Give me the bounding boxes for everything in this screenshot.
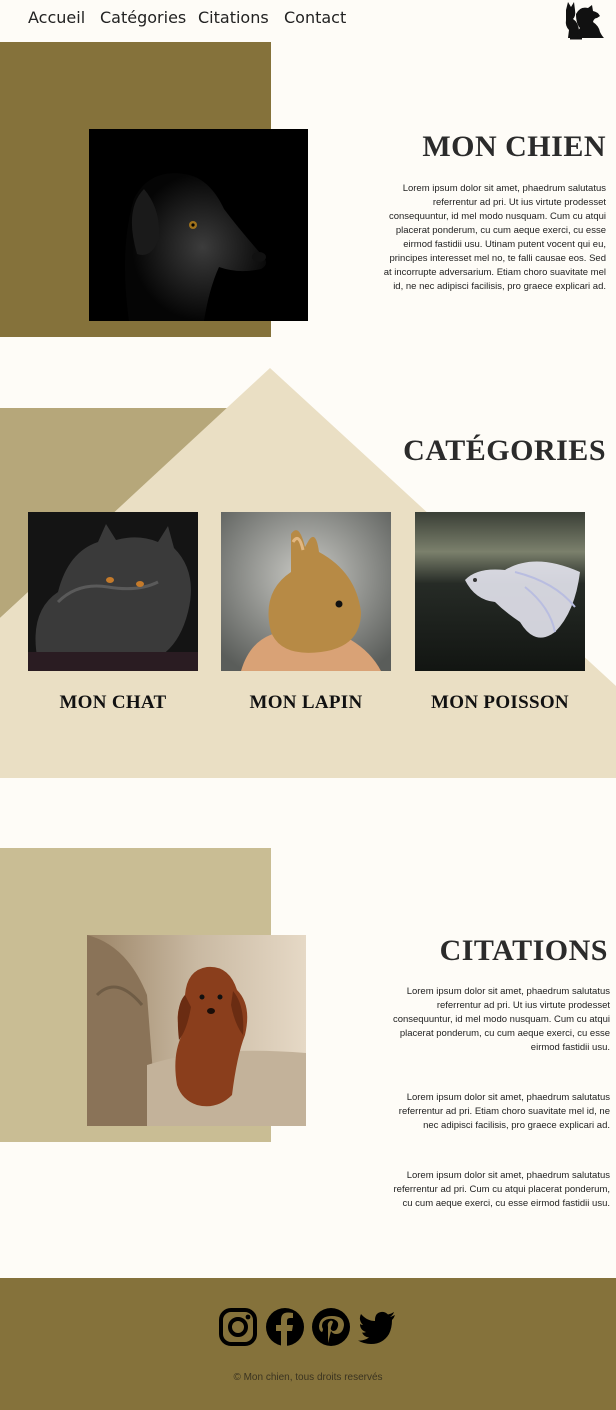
footer — [0, 1278, 616, 1410]
copyright-text: © Mon chien, tous droits reservés — [233, 1372, 383, 1383]
dog-photo — [89, 129, 308, 321]
categories-title: CATÉGORIES — [403, 434, 606, 467]
facebook-icon[interactable] — [265, 1307, 305, 1347]
nav-contact[interactable]: Contact — [284, 8, 346, 27]
rabbit-photo[interactable] — [221, 512, 391, 671]
instagram-icon[interactable] — [218, 1307, 258, 1347]
dog-paragraph: Lorem ipsum dolor sit amet, phaedrum sal… — [383, 183, 606, 292]
fish-photo[interactable] — [415, 512, 585, 671]
quote-paragraph-2: Lorem ipsum dolor sit amet, phaedrum sal… — [398, 1092, 610, 1131]
puppy-photo — [87, 935, 306, 1126]
pets-logo-icon[interactable] — [562, 0, 606, 42]
nav-categories[interactable]: Catégories — [100, 8, 186, 27]
cat-photo[interactable] — [28, 512, 198, 671]
category-label-fish[interactable]: MON POISSON — [400, 692, 600, 714]
dog-title: MON CHIEN — [422, 130, 606, 163]
quotes-title: CITATIONS — [439, 934, 608, 967]
nav-accueil[interactable]: Accueil — [28, 8, 85, 27]
category-label-rabbit[interactable]: MON LAPIN — [221, 692, 391, 714]
nav-citations[interactable]: Citations — [198, 8, 269, 27]
quote-paragraph-3: Lorem ipsum dolor sit amet, phaedrum sal… — [393, 1170, 611, 1209]
pinterest-icon[interactable] — [311, 1307, 351, 1347]
quote-paragraph-1: Lorem ipsum dolor sit amet, phaedrum sal… — [392, 986, 610, 1053]
twitter-icon[interactable] — [357, 1307, 397, 1347]
category-label-cat[interactable]: MON CHAT — [28, 692, 198, 714]
